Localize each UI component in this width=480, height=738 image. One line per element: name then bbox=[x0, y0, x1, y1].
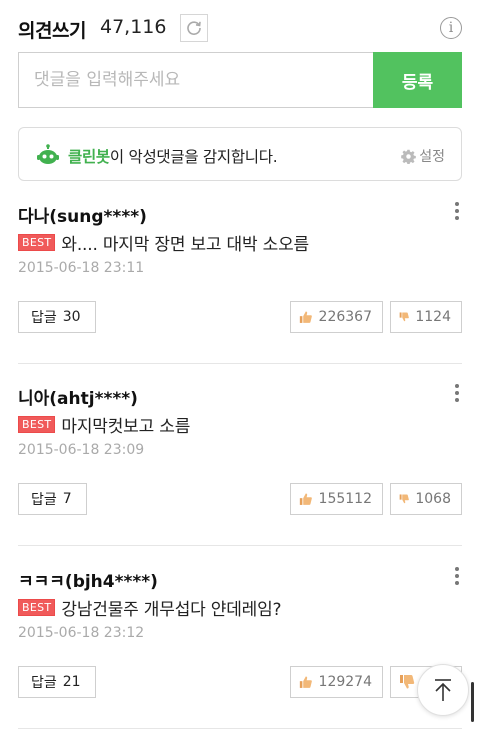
comment-date: 2015-06-18 23:12 bbox=[18, 625, 145, 641]
divider bbox=[18, 545, 462, 546]
more-options-icon[interactable] bbox=[452, 565, 462, 587]
comment-text: 강남건물주 개무섭다 얀데레임? bbox=[61, 600, 282, 620]
divider bbox=[18, 363, 462, 364]
comment-body: BEST 마지막컷보고 소름 bbox=[18, 412, 190, 437]
submit-button[interactable]: 등록 bbox=[373, 52, 462, 108]
thumbs-up-icon bbox=[299, 676, 312, 688]
comment-input[interactable] bbox=[19, 53, 373, 107]
comment-author[interactable]: 다나(sung****) bbox=[18, 202, 147, 227]
thumbs-down-icon bbox=[399, 494, 409, 504]
vote-buttons: 155112 1068 bbox=[290, 483, 462, 515]
gear-icon bbox=[401, 149, 417, 164]
comment-header: 의견쓰기 47,116 i bbox=[18, 12, 462, 44]
like-button[interactable]: 226367 bbox=[290, 301, 383, 333]
like-count: 155112 bbox=[318, 491, 372, 507]
dislike-button[interactable]: 1124 bbox=[390, 301, 462, 333]
like-count: 226367 bbox=[318, 309, 372, 325]
reply-button[interactable]: 답글 7 bbox=[18, 483, 87, 515]
comment-count: 47,116 bbox=[100, 16, 167, 38]
comment-date: 2015-06-18 23:09 bbox=[18, 442, 145, 458]
reply-button[interactable]: 답글 30 bbox=[18, 301, 96, 333]
reply-count: 21 bbox=[62, 674, 81, 690]
best-badge: BEST bbox=[18, 599, 56, 616]
dislike-count: 1068 bbox=[415, 491, 451, 507]
cleanbot-robot-icon bbox=[37, 144, 59, 164]
reply-label: 답글 bbox=[31, 492, 57, 508]
like-button[interactable]: 129274 bbox=[290, 666, 383, 698]
comment-text: 와.... 마지막 장면 보고 대박 소오름 bbox=[61, 235, 309, 255]
info-icon: i bbox=[448, 20, 454, 36]
thumbs-down-icon bbox=[399, 312, 409, 322]
refresh-icon bbox=[187, 21, 201, 35]
cleanbot-message: 클린봇이 악성댓글을 감지합니다. bbox=[68, 145, 278, 167]
dislike-count: 1124 bbox=[415, 309, 451, 325]
settings-label: 설정 bbox=[419, 149, 445, 165]
comment-text: 마지막컷보고 소름 bbox=[61, 417, 191, 437]
comment-body: BEST 와.... 마지막 장면 보고 대박 소오름 bbox=[18, 230, 309, 255]
cleanbot-notice: 클린봇이 악성댓글을 감지합니다. 설정 bbox=[18, 127, 462, 181]
more-options-icon[interactable] bbox=[452, 382, 462, 404]
comment-item: 니아(ahtj****) BEST 마지막컷보고 소름 2015-06-18 2… bbox=[18, 382, 462, 546]
best-badge: BEST bbox=[18, 234, 56, 251]
reply-count: 30 bbox=[62, 309, 81, 325]
comment-item: ㅋㅋㅋ(bjh4****) BEST 강남건물주 개무섭다 얀데레임? 2015… bbox=[18, 565, 462, 729]
cleanbot-settings-button[interactable]: 설정 bbox=[401, 146, 445, 166]
comment-input-row: 등록 bbox=[18, 52, 462, 108]
more-options-icon[interactable] bbox=[452, 200, 462, 222]
reply-button[interactable]: 답글 21 bbox=[18, 666, 96, 698]
scroll-to-top-button[interactable] bbox=[417, 664, 469, 716]
thumbs-down-icon bbox=[400, 675, 415, 689]
reply-label: 답글 bbox=[31, 675, 57, 691]
comment-author[interactable]: ㅋㅋㅋ(bjh4****) bbox=[18, 567, 158, 592]
vote-buttons: 226367 1124 bbox=[290, 301, 462, 333]
thumbs-up-icon bbox=[299, 311, 312, 323]
reply-count: 7 bbox=[62, 491, 72, 507]
like-count: 129274 bbox=[318, 674, 372, 690]
thumbs-up-icon bbox=[299, 493, 312, 505]
scrollbar[interactable] bbox=[471, 682, 474, 722]
refresh-button[interactable] bbox=[180, 14, 208, 42]
reply-label: 답글 bbox=[31, 310, 57, 326]
arrow-up-icon bbox=[435, 679, 451, 701]
best-badge: BEST bbox=[18, 416, 56, 433]
comment-author[interactable]: 니아(ahtj****) bbox=[18, 384, 138, 409]
divider bbox=[18, 728, 462, 729]
comment-item: 다나(sung****) BEST 와.... 마지막 장면 보고 대박 소오름… bbox=[18, 200, 462, 364]
comment-date: 2015-06-18 23:11 bbox=[18, 260, 145, 276]
like-button[interactable]: 155112 bbox=[290, 483, 383, 515]
dislike-button[interactable]: 1068 bbox=[390, 483, 462, 515]
cleanbot-message-text: 이 악성댓글을 감지합니다. bbox=[109, 148, 278, 166]
info-button[interactable]: i bbox=[440, 17, 462, 39]
comment-body: BEST 강남건물주 개무섭다 얀데레임? bbox=[18, 595, 282, 620]
comment-section-title: 의견쓰기 bbox=[18, 20, 86, 42]
cleanbot-brand: 클린봇 bbox=[68, 148, 110, 166]
